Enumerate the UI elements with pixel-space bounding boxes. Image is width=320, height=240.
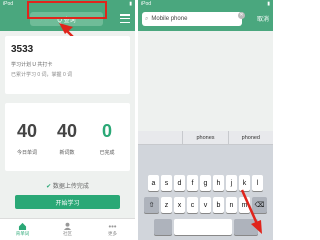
tab-more[interactable]: 更多 bbox=[90, 219, 135, 240]
plan-text: 学习计划 U 共打卡 bbox=[11, 62, 53, 68]
stat-done: 0 已完成 bbox=[89, 121, 125, 156]
key[interactable]: b bbox=[213, 197, 224, 213]
sync-status: ✔ 数据上传完成 bbox=[0, 181, 135, 190]
battery-icon: ▮ bbox=[129, 1, 132, 7]
key[interactable]: g bbox=[200, 175, 211, 191]
clear-icon[interactable]: ✕ bbox=[238, 12, 245, 19]
suggestion-item[interactable]: phones bbox=[183, 131, 229, 144]
stat-label: 新词数 bbox=[59, 150, 75, 156]
battery-icon: ▮ bbox=[267, 1, 270, 7]
key[interactable]: j bbox=[226, 175, 237, 191]
word-count: 3533 bbox=[11, 44, 34, 55]
backspace-key-icon[interactable]: ⌫ bbox=[252, 197, 267, 213]
tab-label: 更多 bbox=[108, 231, 117, 236]
keyboard: phones phoned a s d f g h j k l ⇧ z x c … bbox=[138, 131, 273, 240]
carrier-label: iPod bbox=[3, 1, 14, 7]
search-value: Mobile phone bbox=[151, 16, 188, 22]
key[interactable]: f bbox=[187, 175, 198, 191]
community-icon bbox=[63, 222, 72, 230]
space-key[interactable] bbox=[173, 219, 232, 235]
stat-value: 40 bbox=[56, 121, 78, 141]
stat-today: 40 今日单词 bbox=[9, 121, 45, 156]
header: ⌕ Mobile phone ✕ 取消 bbox=[138, 9, 273, 31]
summary-card: 3533 学习计划 U 共打卡 已累计学习 0 词，掌握 0 词 bbox=[5, 36, 130, 94]
stat-value: 40 bbox=[16, 121, 38, 141]
cancel-button[interactable]: 取消 bbox=[257, 14, 269, 23]
key[interactable]: n bbox=[226, 197, 237, 213]
numbers-key[interactable] bbox=[153, 219, 172, 235]
suggestion-item[interactable] bbox=[138, 131, 184, 144]
search-input[interactable]: ⌕ Mobile phone bbox=[142, 12, 242, 26]
tab-label: 社区 bbox=[63, 231, 72, 236]
key[interactable]: x bbox=[174, 197, 185, 213]
key[interactable]: c bbox=[187, 197, 198, 213]
start-learning-button[interactable]: 开始学习 bbox=[15, 195, 120, 209]
key[interactable]: z bbox=[161, 197, 172, 213]
more-icon bbox=[108, 225, 117, 228]
keyboard-row-2: a s d f g h j k l bbox=[138, 175, 273, 191]
tab-bar: 背单词 社区 更多 bbox=[0, 218, 135, 240]
suggestion-item[interactable]: phoned bbox=[229, 131, 273, 144]
key[interactable]: m bbox=[239, 197, 250, 213]
stat-label: 已完成 bbox=[99, 150, 115, 156]
progress-text: 已累计学习 0 词，掌握 0 词 bbox=[11, 72, 73, 78]
tab-words[interactable]: 背单词 bbox=[0, 219, 45, 240]
tab-label: 背单词 bbox=[15, 231, 30, 236]
stat-new: 40 新词数 bbox=[49, 121, 85, 156]
shift-key-icon[interactable]: ⇧ bbox=[144, 197, 159, 213]
suggestion-bar: phones phoned bbox=[138, 131, 273, 145]
keyboard-row-3: ⇧ z x c v b n m ⌫ bbox=[138, 197, 273, 213]
stats-card: 40 今日单词 40 新词数 0 已完成 bbox=[5, 103, 130, 171]
stat-label: 今日单词 bbox=[16, 150, 37, 156]
carrier-label: iPod bbox=[141, 1, 152, 7]
keyboard-row-4 bbox=[138, 219, 273, 235]
menu-icon[interactable] bbox=[120, 14, 130, 23]
key[interactable]: v bbox=[200, 197, 211, 213]
tab-community[interactable]: 社区 bbox=[45, 219, 90, 240]
search-icon: ⌕ bbox=[145, 15, 149, 22]
check-icon: ✔ bbox=[46, 184, 52, 190]
key[interactable]: a bbox=[148, 175, 159, 191]
sync-text: 数据上传完成 bbox=[52, 184, 89, 190]
key[interactable]: s bbox=[161, 175, 172, 191]
key[interactable]: d bbox=[174, 175, 185, 191]
key[interactable]: h bbox=[213, 175, 224, 191]
stat-value: 0 bbox=[101, 121, 112, 141]
key[interactable]: l bbox=[252, 175, 263, 191]
left-screen: iPod ▮ Q 查词 3533 学习计划 U 共打卡 已累计学习 0 词，掌握… bbox=[0, 0, 135, 240]
key[interactable]: k bbox=[239, 175, 250, 191]
status-bar: iPod ▮ bbox=[138, 0, 273, 9]
search-key[interactable] bbox=[233, 219, 258, 235]
home-icon bbox=[18, 222, 27, 230]
right-screen: iPod ▮ ⌕ Mobile phone ✕ 取消 phones phoned… bbox=[138, 0, 273, 240]
